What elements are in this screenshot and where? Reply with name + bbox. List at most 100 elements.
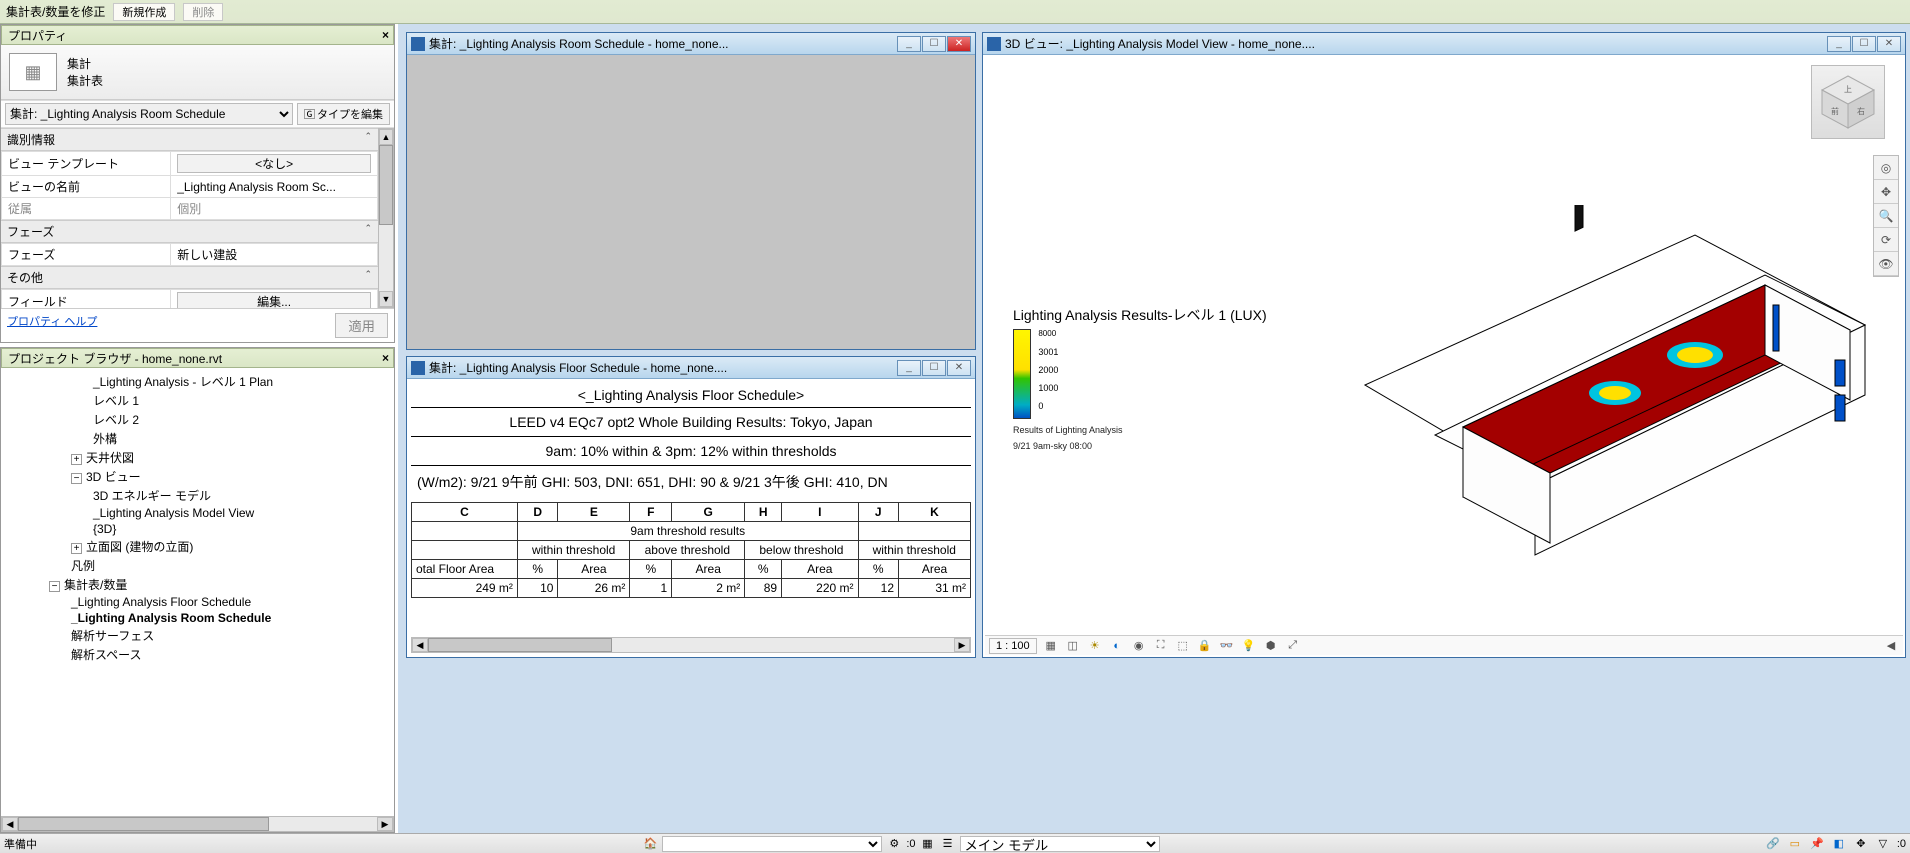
lock-3d-icon[interactable]: 🔒 xyxy=(1197,638,1213,654)
prop-value-view-name[interactable]: _Lighting Analysis Room Sc... xyxy=(171,176,378,198)
browser-scrollbar-h[interactable]: ◀ ▶ xyxy=(1,816,394,832)
detail-level-icon[interactable]: ▦ xyxy=(1043,638,1059,654)
apply-button[interactable]: 適用 xyxy=(335,313,388,338)
delete-button[interactable]: 削除 xyxy=(183,3,223,21)
nav-bar[interactable]: ◎ ✥ 🔍 ⟳ 👁 xyxy=(1873,155,1899,277)
scroll-down-icon[interactable]: ▼ xyxy=(379,291,393,307)
tree-item[interactable]: +立面図 (建物の立面) xyxy=(5,537,390,556)
window-floor-schedule-titlebar[interactable]: 集計: _Lighting Analysis Floor Schedule - … xyxy=(407,357,975,379)
edit-fields-button[interactable]: 編集... xyxy=(177,292,371,308)
tree-item[interactable]: 凡例 xyxy=(5,556,390,575)
reveal-hidden-icon[interactable]: 💡 xyxy=(1241,638,1257,654)
editable-only-icon[interactable]: ▦ xyxy=(920,836,936,852)
instance-selector[interactable]: 集計: _Lighting Analysis Room Schedule xyxy=(5,103,293,125)
main-model-selector[interactable]: メイン モデル xyxy=(960,836,1160,852)
prop-value-phase[interactable]: 新しい建設 xyxy=(171,244,378,266)
tree-item[interactable]: 3D エネルギー モデル xyxy=(5,486,390,505)
temp-hide-icon[interactable]: 👓 xyxy=(1219,638,1235,654)
sun-path-icon[interactable]: ☀ xyxy=(1087,638,1103,654)
tree-expander-icon[interactable]: + xyxy=(71,543,82,554)
view-control-bar[interactable]: 1 : 100 ▦ ◫ ☀ ◐ ◉ ⛶ ⬚ 🔒 👓 💡 ⬢ ⤢ ◀ xyxy=(985,635,1903,655)
properties-scrollbar[interactable]: ▲ ▼ xyxy=(378,128,394,308)
drag-elements-icon[interactable]: ✥ xyxy=(1853,836,1869,852)
properties-help-link[interactable]: プロパティ ヘルプ xyxy=(7,313,97,338)
tree-expander-icon[interactable]: − xyxy=(49,581,60,592)
crop-region-icon[interactable]: ⬚ xyxy=(1175,638,1191,654)
tree-item[interactable]: 解析サーフェス xyxy=(5,626,390,645)
3d-view-canvas[interactable]: 上 前 右 ◎ ✥ 🔍 ⟳ 👁 Lighting Analysis Result… xyxy=(983,55,1905,657)
data-row[interactable]: 249 m² 10 26 m² 1 2 m² 89 220 m² 12 31 m… xyxy=(412,579,971,598)
visual-style-icon[interactable]: ◫ xyxy=(1065,638,1081,654)
scroll-left-icon[interactable]: ◀ xyxy=(412,638,428,652)
close-button[interactable]: ✕ xyxy=(947,360,971,376)
schedule-subtitle-thresholds: 9am: 10% within & 3pm: 12% within thresh… xyxy=(411,437,971,465)
project-browser-tree[interactable]: _Lighting Analysis - レベル 1 Planレベル 1レベル … xyxy=(1,368,394,816)
tree-item[interactable]: −3D ビュー xyxy=(5,467,390,486)
scroll-up-icon[interactable]: ▲ xyxy=(379,129,393,145)
select-face-icon[interactable]: ◧ xyxy=(1831,836,1847,852)
scroll-left-icon[interactable]: ◀ xyxy=(2,817,18,831)
tree-item[interactable]: レベル 1 xyxy=(5,391,390,410)
tree-item[interactable]: _Lighting Analysis - レベル 1 Plan xyxy=(5,372,390,391)
pan-icon[interactable]: ✥ xyxy=(1874,180,1898,204)
window-floor-schedule[interactable]: 集計: _Lighting Analysis Floor Schedule - … xyxy=(406,356,976,658)
maximize-button[interactable]: ☐ xyxy=(922,360,946,376)
group-other[interactable]: その他 ⌃ xyxy=(1,266,378,289)
orbit-icon[interactable]: ⟳ xyxy=(1874,228,1898,252)
floor-schedule-scrollbar[interactable]: ◀ ▶ xyxy=(411,637,971,653)
tree-item[interactable]: −集計表/数量 xyxy=(5,575,390,594)
highlight-displace-icon[interactable]: ⤢ xyxy=(1285,638,1301,654)
scroll-right-icon[interactable]: ▶ xyxy=(954,638,970,652)
select-pinned-icon[interactable]: 📌 xyxy=(1809,836,1825,852)
tree-item[interactable]: 外構 xyxy=(5,429,390,448)
minimize-button[interactable]: _ xyxy=(1827,36,1851,52)
group-identification[interactable]: 識別情報 ⌃ xyxy=(1,128,378,151)
analytical-model-icon[interactable]: ⬢ xyxy=(1263,638,1279,654)
zoom-icon[interactable]: 🔍 xyxy=(1874,204,1898,228)
render-icon[interactable]: ◉ xyxy=(1131,638,1147,654)
view-cube[interactable]: 上 前 右 xyxy=(1811,65,1885,139)
prop-value-view-template[interactable]: <なし> xyxy=(177,154,371,173)
tree-expander-icon[interactable]: + xyxy=(71,454,82,465)
chevron-left-icon[interactable]: ◀ xyxy=(1883,638,1899,654)
crop-view-icon[interactable]: ⛶ xyxy=(1153,638,1169,654)
tree-item-label: _Lighting Analysis Model View xyxy=(93,506,254,520)
scroll-right-icon[interactable]: ▶ xyxy=(377,817,393,831)
tree-item[interactable]: _Lighting Analysis Model View xyxy=(5,505,390,521)
steering-wheel-icon[interactable]: ◎ xyxy=(1874,156,1898,180)
type-selector[interactable]: ▦ 集計 集計表 xyxy=(1,45,394,100)
close-button[interactable]: ✕ xyxy=(947,36,971,52)
filter-icon[interactable]: ☰ xyxy=(940,836,956,852)
tree-item[interactable]: {3D} xyxy=(5,521,390,537)
filter-selection-icon[interactable]: ▽ xyxy=(1875,836,1891,852)
maximize-button[interactable]: ☐ xyxy=(1852,36,1876,52)
look-icon[interactable]: 👁 xyxy=(1874,252,1898,276)
tree-item[interactable]: _Lighting Analysis Room Schedule xyxy=(5,610,390,626)
tree-item[interactable]: _Lighting Analysis Floor Schedule xyxy=(5,594,390,610)
design-options-icon[interactable]: ⚙ xyxy=(886,836,902,852)
prop-label-view-template: ビュー テンプレート xyxy=(2,152,171,176)
close-button[interactable]: ✕ xyxy=(1877,36,1901,52)
select-links-icon[interactable]: 🔗 xyxy=(1765,836,1781,852)
tree-expander-icon[interactable]: − xyxy=(71,473,82,484)
edit-type-button[interactable]: 🄶 タイプを編集 xyxy=(297,103,390,125)
scale-value[interactable]: 1 : 100 xyxy=(989,638,1037,654)
project-browser-close-icon[interactable]: × xyxy=(382,351,389,365)
window-3d-view[interactable]: 3D ビュー: _Lighting Analysis Model View - … xyxy=(982,32,1906,658)
maximize-button[interactable]: ☐ xyxy=(922,36,946,52)
tree-item[interactable]: 解析スペース xyxy=(5,645,390,664)
tree-item[interactable]: +天井伏図 xyxy=(5,448,390,467)
window-room-schedule[interactable]: 集計: _Lighting Analysis Room Schedule - h… xyxy=(406,32,976,350)
new-button[interactable]: 新規作成 xyxy=(113,3,175,21)
group-phase[interactable]: フェーズ ⌃ xyxy=(1,220,378,243)
shadows-icon[interactable]: ◐ xyxy=(1109,638,1125,654)
properties-close-icon[interactable]: × xyxy=(382,28,389,42)
worksets-icon[interactable]: 🏠 xyxy=(642,836,658,852)
minimize-button[interactable]: _ xyxy=(897,36,921,52)
workset-selector[interactable] xyxy=(662,836,882,852)
minimize-button[interactable]: _ xyxy=(897,360,921,376)
window-room-schedule-titlebar[interactable]: 集計: _Lighting Analysis Room Schedule - h… xyxy=(407,33,975,55)
tree-item[interactable]: レベル 2 xyxy=(5,410,390,429)
window-3d-view-titlebar[interactable]: 3D ビュー: _Lighting Analysis Model View - … xyxy=(983,33,1905,55)
select-underlay-icon[interactable]: ▭ xyxy=(1787,836,1803,852)
